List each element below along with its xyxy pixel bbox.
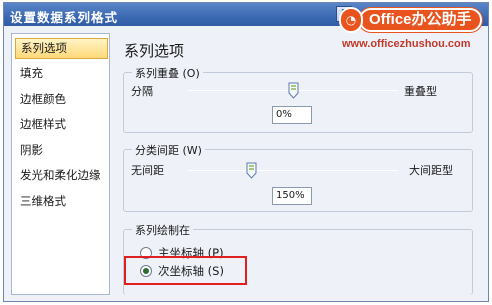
overlap-value-input[interactable]: 0%: [272, 106, 312, 124]
sidebar-item-glow-soft-edges[interactable]: 发光和柔化边缘: [15, 165, 108, 186]
gap-min-label: 无间距: [131, 164, 164, 177]
watermark: ◔ Office办公助手 www.officezhushou.com: [339, 4, 489, 56]
sidebar-item-shadow[interactable]: 阴影: [15, 140, 108, 161]
sidebar-item-series-options[interactable]: 系列选项: [15, 38, 108, 59]
gap-max-label: 大间距型: [409, 164, 453, 177]
category-sidebar: 系列选项 填充 边框颜色 边框样式 阴影 发光和柔化边缘 三维格式: [11, 33, 110, 295]
overlap-max-label: 重叠型: [404, 85, 437, 98]
highlight-annotation: [124, 256, 247, 285]
series-overlap-group: 系列重叠 (O) 分隔 重叠型 0%: [123, 65, 473, 133]
watermark-url: www.officezhushou.com: [342, 38, 471, 50]
window-title: 设置数据系列格式: [10, 10, 119, 25]
gap-value-input[interactable]: 150%: [272, 187, 312, 205]
overlap-slider-thumb[interactable]: [288, 82, 299, 99]
watermark-brand: Office办公助手: [359, 8, 482, 32]
format-data-series-dialog: 设置数据系列格式 ? 系列选项 填充 边框颜色 边框样式 阴影 发光和柔化边缘 …: [3, 2, 489, 302]
gap-slider-thumb[interactable]: [246, 162, 257, 179]
plot-series-on-label: 系列绘制在: [132, 222, 193, 238]
series-overlap-label: 系列重叠 (O): [132, 65, 203, 81]
gap-width-group: 分类间距 (W) 无间距 大间距型 150%: [123, 142, 473, 212]
office-logo-icon: ◔: [339, 7, 363, 33]
overlap-min-label: 分隔: [131, 85, 153, 98]
sidebar-item-3d-format[interactable]: 三维格式: [15, 191, 108, 212]
page-title: 系列选项: [124, 42, 185, 60]
gap-width-label: 分类间距 (W): [132, 142, 205, 158]
series-options-panel: 系列选项 系列重叠 (O) 分隔 重叠型 0% 分类间距 (W) 无间距 大间距…: [117, 33, 485, 295]
sidebar-item-border-color[interactable]: 边框颜色: [15, 89, 108, 110]
gap-slider-track[interactable]: [188, 170, 398, 171]
sidebar-item-border-styles[interactable]: 边框样式: [15, 114, 108, 135]
sidebar-item-fill[interactable]: 填充: [15, 63, 108, 84]
